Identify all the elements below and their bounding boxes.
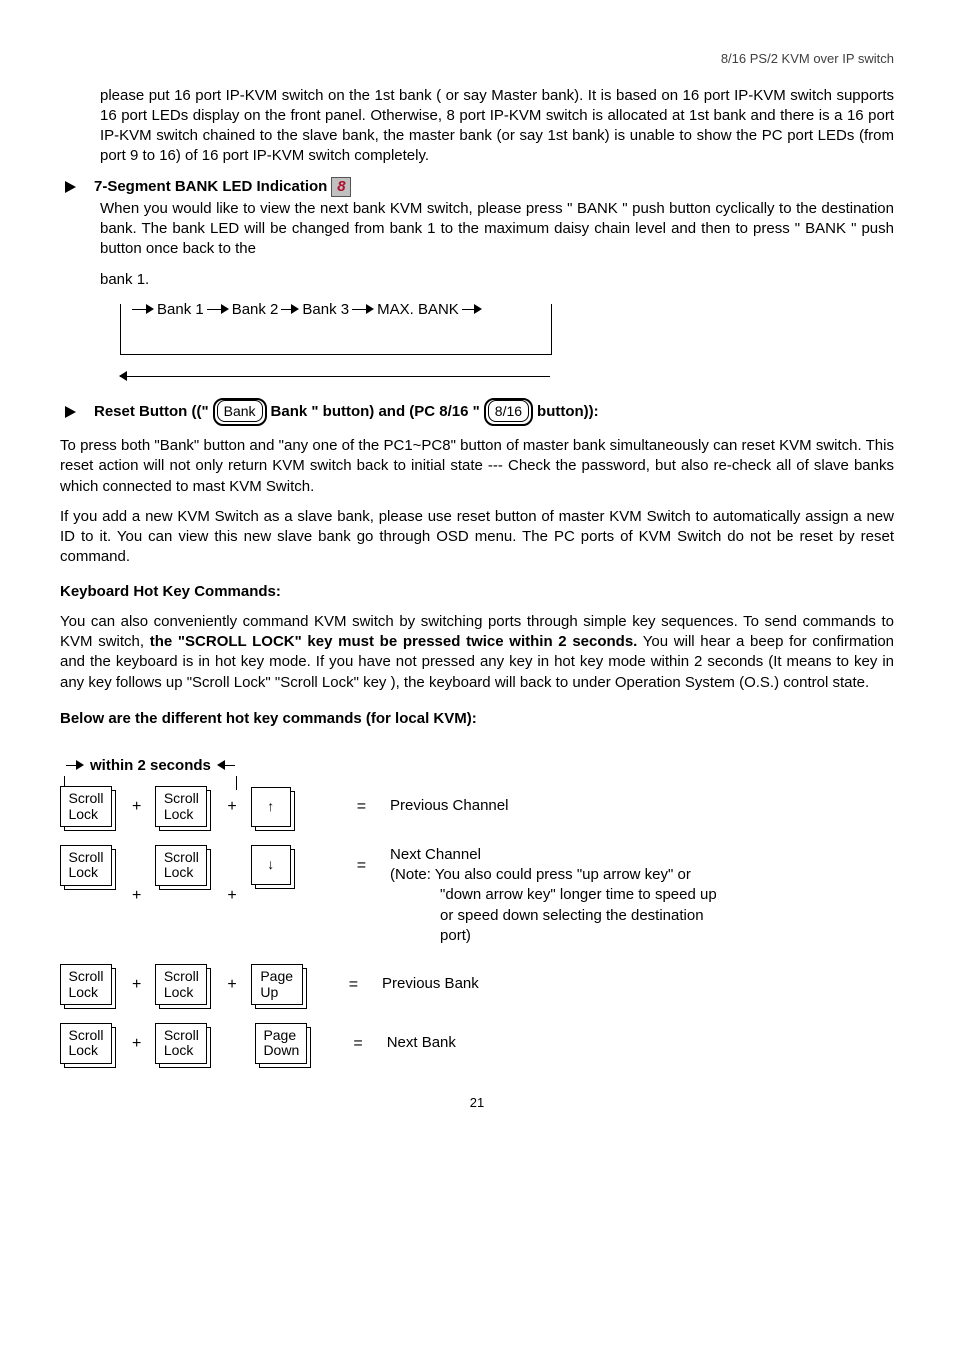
reset-button-heading: Reset Button ((" Bank Bank " button) and… (65, 398, 894, 426)
equals-symbol: = (357, 796, 366, 818)
scroll-lock-key: Scroll Lock (60, 845, 112, 886)
seven-seg-paragraph: When you would like to view the next ban… (100, 199, 894, 260)
reset-paragraph-2: If you add a new KVM Switch as a slave b… (60, 507, 894, 568)
reset-pre: Reset Button ((" (94, 402, 209, 422)
up-arrow-key: ↑ (251, 787, 291, 827)
equals-symbol: = (349, 974, 358, 996)
scroll-lock-key: Scroll Lock (155, 786, 207, 827)
within-2-seconds-label: within 2 seconds (64, 756, 237, 776)
reset-paragraph-1: To press both "Bank" button and "any one… (60, 436, 894, 497)
plus-symbol: + (132, 1033, 141, 1055)
hotkey-row-prev-channel: Scroll Lock + Scroll Lock + ↑ = Previous… (60, 786, 894, 827)
plus-symbol: + (132, 796, 141, 818)
plus-symbol: + (227, 796, 236, 818)
plus-symbol: + (132, 974, 141, 996)
seven-seg-heading-row: 7-Segment BANK LED Indication 8 (65, 177, 894, 197)
scroll-lock-key: Scroll Lock (60, 964, 112, 1005)
bank-button-icon: Bank (213, 398, 267, 426)
flow-bank3: Bank 3 (302, 300, 349, 320)
seven-seg-title: 7-Segment BANK LED Indication (94, 177, 327, 197)
scroll-lock-key: Scroll Lock (60, 1023, 112, 1064)
intro-paragraph: please put 16 port IP-KVM switch on the … (100, 86, 894, 167)
bank-flow-diagram: Bank 1 Bank 2 Bank 3 MAX. BANK (120, 300, 894, 388)
flow-bank2: Bank 2 (232, 300, 279, 320)
scroll-lock-key: Scroll Lock (155, 845, 207, 886)
desc-next-channel: Next Channel (Note: You also could press… (390, 845, 717, 946)
page-down-key: Page Down (255, 1023, 307, 1064)
desc-next-bank: Next Bank (387, 1033, 456, 1053)
reset-post: button)): (537, 402, 599, 422)
flow-maxbank: MAX. BANK (377, 300, 459, 320)
page-header: 8/16 PS/2 KVM over IP switch (60, 50, 894, 68)
flow-bank1: Bank 1 (157, 300, 204, 320)
scroll-lock-key: Scroll Lock (155, 1023, 207, 1064)
down-arrow-key: ↓ (251, 845, 291, 885)
reset-mid: Bank " button) and (PC 8/16 " (271, 402, 480, 422)
page-up-key: Page Up (251, 964, 303, 1005)
below-heading: Below are the different hot key commands… (60, 709, 894, 729)
scroll-lock-key: Scroll Lock (155, 964, 207, 1005)
bullet-triangle-icon (65, 406, 76, 418)
seven-seg-led-icon: 8 (331, 177, 351, 197)
seven-seg-paragraph-end: bank 1. (100, 270, 894, 290)
equals-symbol: = (353, 1033, 362, 1055)
page-number: 21 (60, 1094, 894, 1112)
scroll-lock-key: Scroll Lock (60, 786, 112, 827)
plus-symbol: + (227, 974, 236, 996)
hotkey-area: within 2 seconds Scroll Lock + Scroll Lo… (60, 753, 894, 1064)
hotkey-row-prev-bank: Scroll Lock + Scroll Lock + Page Up = Pr… (60, 964, 894, 1005)
keyboard-hotkey-paragraph: You can also conveniently command KVM sw… (60, 612, 894, 693)
plus-symbol: + (132, 885, 141, 907)
equals-symbol: = (357, 855, 366, 877)
pc816-button-icon: 8/16 (484, 398, 533, 426)
desc-prev-bank: Previous Bank (382, 974, 479, 994)
hotkey-row-next-bank: Scroll Lock + Scroll Lock Page Down = Ne… (60, 1023, 894, 1064)
desc-prev-channel: Previous Channel (390, 796, 508, 816)
keyboard-hotkey-heading: Keyboard Hot Key Commands: (60, 582, 894, 602)
plus-symbol: + (227, 885, 236, 907)
bullet-triangle-icon (65, 181, 76, 193)
hotkey-row-next-channel: Scroll Lock + Scroll Lock + ↓ = Next Cha… (60, 845, 894, 946)
